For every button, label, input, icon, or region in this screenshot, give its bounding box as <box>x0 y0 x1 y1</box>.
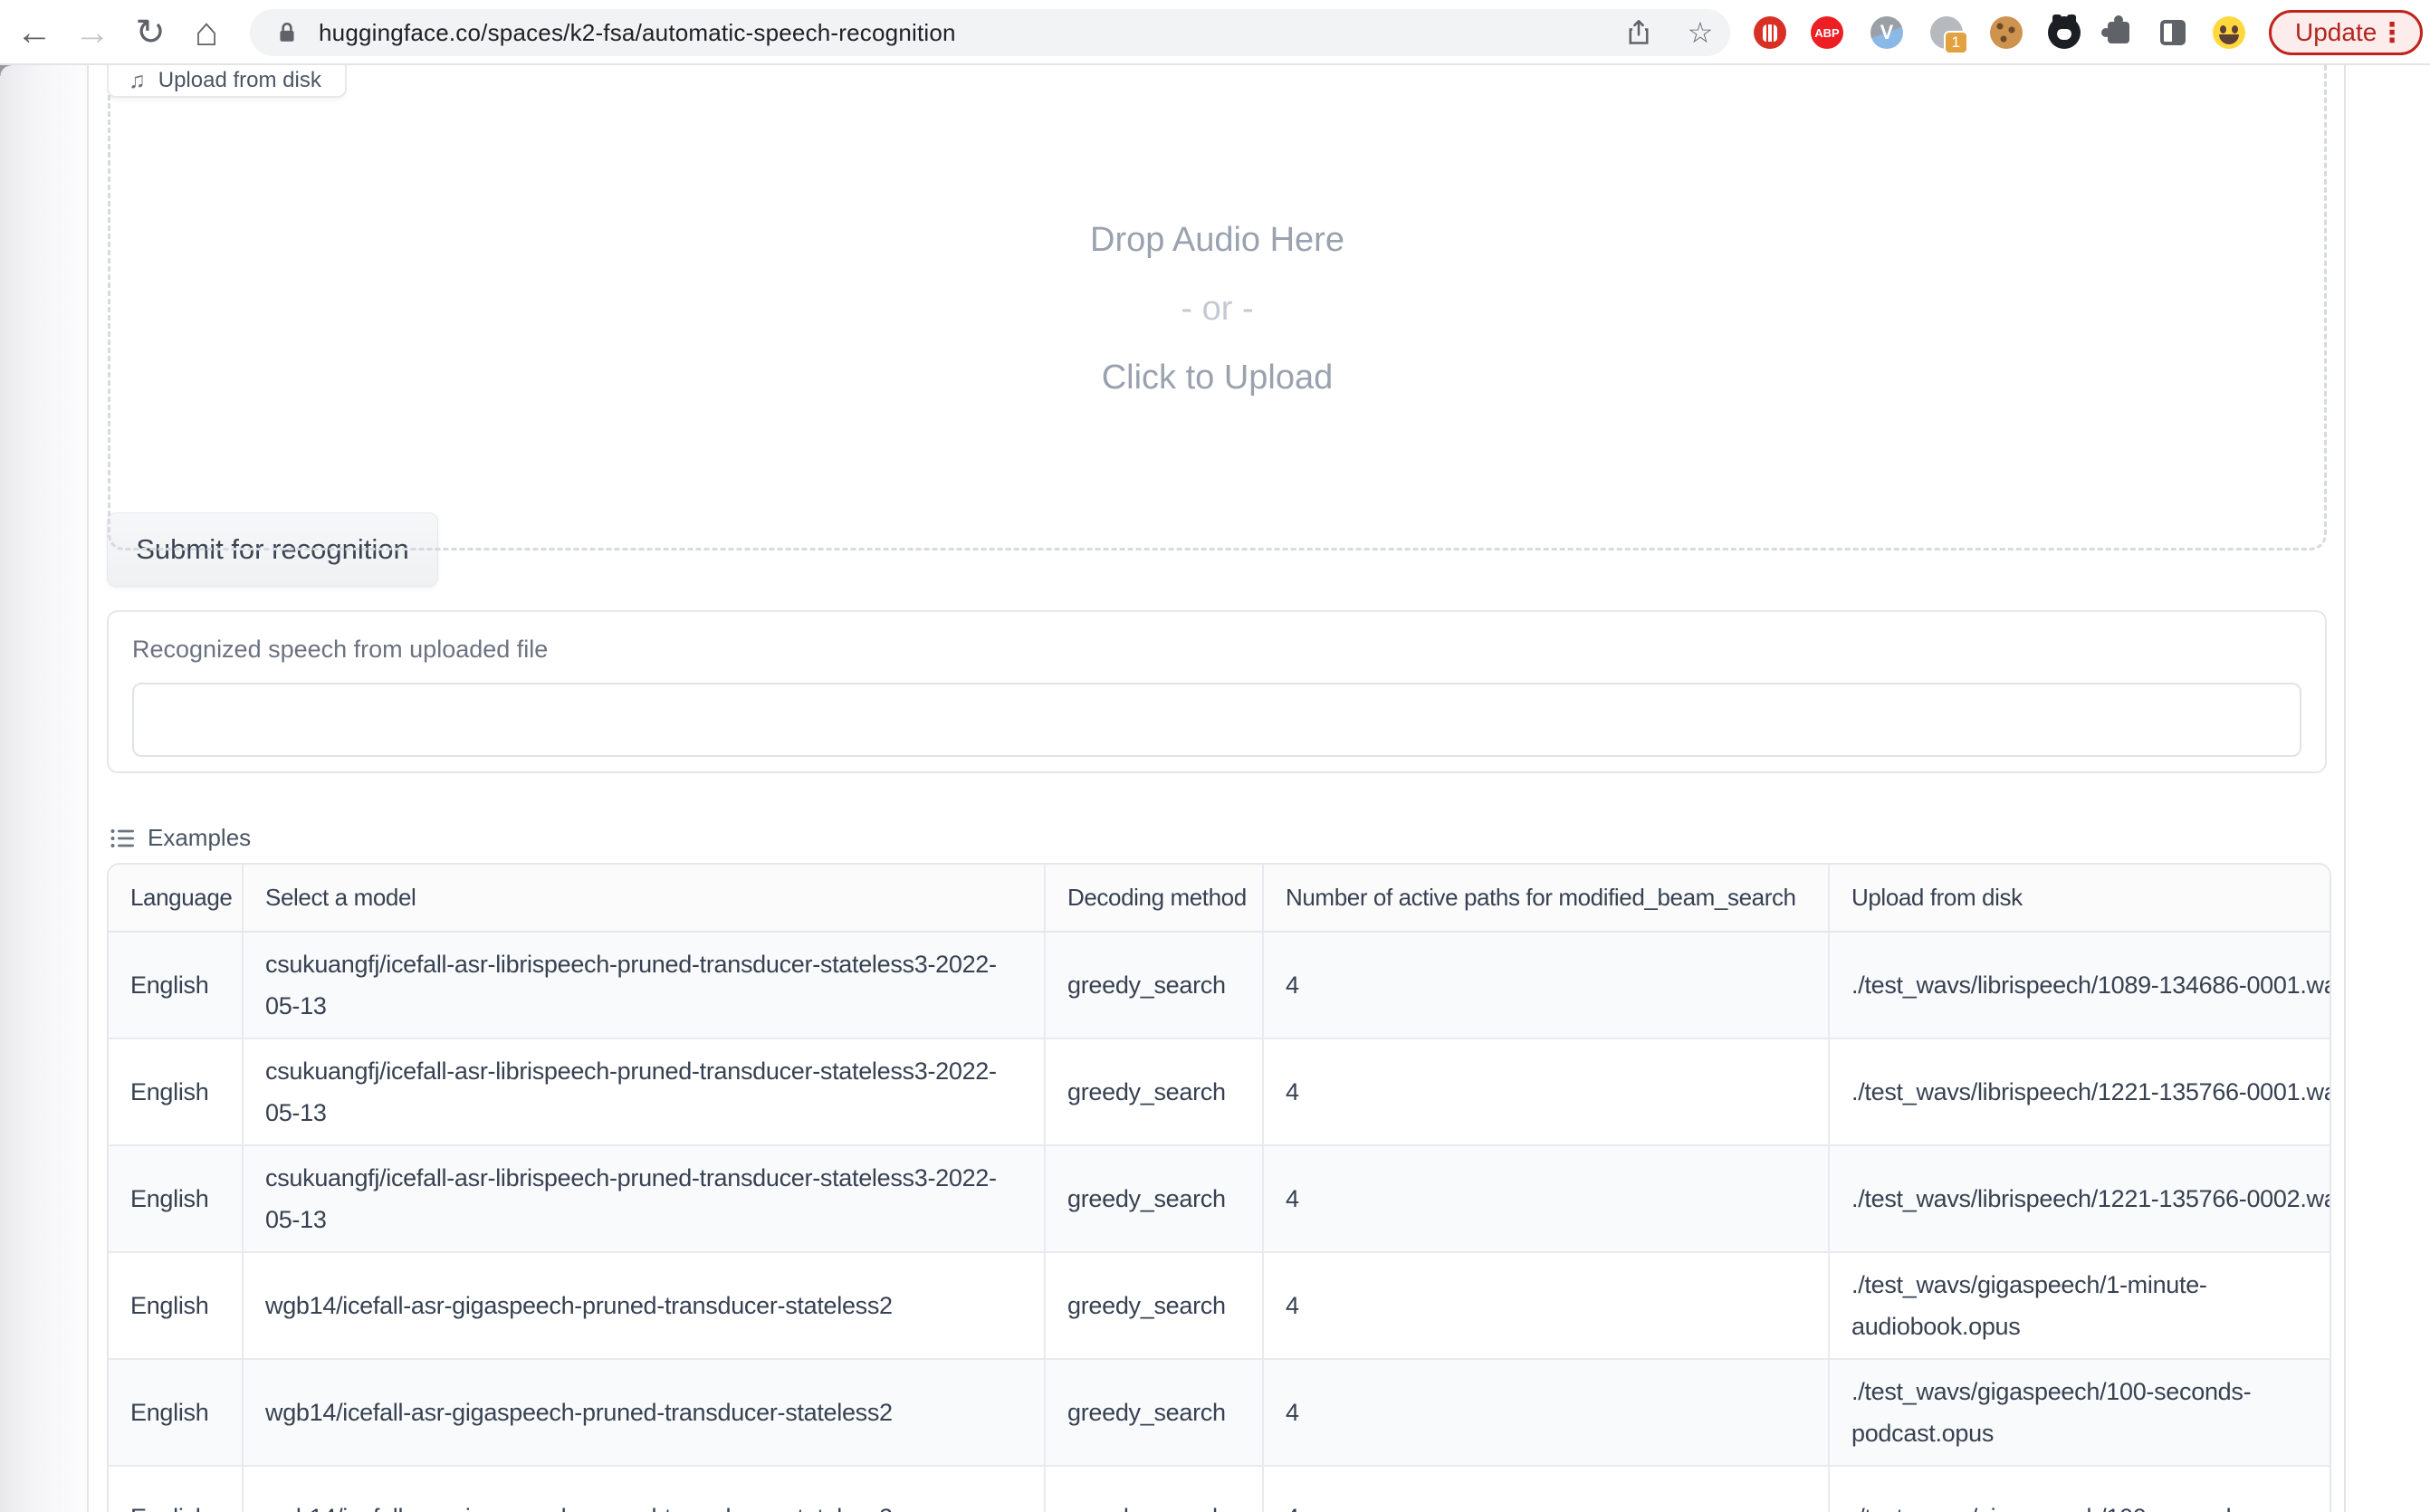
example-cell[interactable]: 4 <box>1263 1038 1829 1145</box>
github-face <box>2057 29 2071 40</box>
example-cell[interactable]: 4 <box>1263 1145 1829 1252</box>
audio-dropzone[interactable]: Drop Audio Here - or - Click to Upload <box>108 65 2327 550</box>
example-cell[interactable]: greedy_search <box>1045 1038 1263 1145</box>
left-gutter <box>0 65 89 1512</box>
example-cell[interactable]: ./test_wavs/librispeech/1221-135766-0001… <box>1829 1038 2331 1145</box>
example-row[interactable]: Englishcsukuangfj/icefall-asr-librispeec… <box>109 1038 2331 1145</box>
example-cell[interactable]: English <box>109 1252 243 1359</box>
forward-icon[interactable]: → <box>67 0 118 65</box>
upload-tab-label: Upload from disk <box>158 68 321 93</box>
example-cell[interactable]: ./test_wavs/gigaspeech/100-seconds-podca… <box>1829 1359 2331 1466</box>
example-cell[interactable]: greedy_search <box>1045 1359 1263 1466</box>
chrome-update-button[interactable]: Update ⋮ <box>2269 10 2423 55</box>
example-cell[interactable]: greedy_search <box>1045 1466 1263 1512</box>
browser-toolbar: ← → ↻ ⌂ huggingface.co/spaces/k2-fsa/aut… <box>0 0 2430 65</box>
avatar-mouth <box>2219 34 2239 44</box>
dropzone-text: Drop Audio Here - or - Click to Upload <box>110 206 2324 412</box>
puzzle-shape <box>2108 22 2129 43</box>
github-extension-icon[interactable] <box>2048 16 2081 49</box>
adblock-hand-icon[interactable] <box>1754 16 1786 49</box>
example-cell[interactable]: csukuangfj/icefall-asr-librispeech-prune… <box>243 1145 1045 1252</box>
example-cell[interactable]: wgb14/icefall-asr-gigaspeech-pruned-tran… <box>243 1359 1045 1466</box>
hand-glyph <box>1763 24 1777 42</box>
back-icon[interactable]: ← <box>9 0 60 65</box>
example-cell[interactable]: greedy_search <box>1045 1252 1263 1359</box>
browser-menu-icon[interactable]: ⋮ <box>2378 17 2406 49</box>
update-label: Update <box>2295 18 2377 47</box>
v-extension-icon[interactable]: V <box>1870 16 1903 49</box>
example-cell[interactable]: csukuangfj/icefall-asr-librispeech-prune… <box>243 1038 1045 1145</box>
list-icon <box>110 826 135 851</box>
sidebar-toggle-icon[interactable] <box>2157 16 2189 49</box>
column-header: Decoding method <box>1045 865 1263 932</box>
example-cell[interactable]: ./test_wavs/librispeech/1221-135766-0002… <box>1829 1145 2331 1252</box>
recognized-speech-textbox[interactable] <box>132 683 2301 757</box>
window-corner <box>0 65 11 76</box>
example-cell[interactable]: 4 <box>1263 1466 1829 1512</box>
example-cell[interactable]: csukuangfj/icefall-asr-librispeech-prune… <box>243 932 1045 1038</box>
page-content: Drop Audio Here - or - Click to Upload ♫… <box>0 65 2430 1512</box>
example-row[interactable]: Englishcsukuangfj/icefall-asr-librispeec… <box>109 1145 2331 1252</box>
tab-upload-from-disk[interactable]: ♫ Upload from disk <box>107 65 347 98</box>
example-cell[interactable]: English <box>109 1145 243 1252</box>
example-row[interactable]: Englishwgb14/icefall-asr-gigaspeech-prun… <box>109 1359 2331 1466</box>
examples-header: Examples <box>110 824 251 852</box>
drop-line-1: Drop Audio Here <box>110 206 2324 274</box>
reload-icon[interactable]: ↻ <box>125 0 176 65</box>
column-header: Number of active paths for modified_beam… <box>1263 865 1829 932</box>
avatar-eye <box>2232 25 2238 33</box>
column-header: Select a model <box>243 865 1045 932</box>
example-cell[interactable]: wgb14/icefall-asr-gigaspeech-pruned-tran… <box>243 1252 1045 1359</box>
right-edge-divider <box>2344 65 2346 1512</box>
recognized-speech-panel: Recognized speech from uploaded file <box>107 610 2327 773</box>
examples-table-header-row: LanguageSelect a modelDecoding methodNum… <box>109 865 2331 932</box>
abp-extension-icon[interactable]: ABP <box>1811 16 1843 49</box>
example-cell[interactable]: 4 <box>1263 932 1829 1038</box>
example-cell[interactable]: ./test_wavs/gigaspeech/100-seconds- <box>1829 1466 2331 1512</box>
cookie-extension-icon[interactable] <box>1990 16 2023 49</box>
example-cell[interactable]: English <box>109 932 243 1038</box>
example-cell[interactable]: 4 <box>1263 1359 1829 1466</box>
example-cell[interactable]: English <box>109 1359 243 1466</box>
example-cell[interactable]: English <box>109 1466 243 1512</box>
example-cell[interactable]: greedy_search <box>1045 1145 1263 1252</box>
profile-avatar[interactable] <box>2213 16 2245 49</box>
extensions-puzzle-icon[interactable] <box>2102 16 2135 49</box>
music-note-icon: ♫ <box>129 68 146 94</box>
avatar-eye <box>2220 25 2226 33</box>
example-cell[interactable]: greedy_search <box>1045 932 1263 1038</box>
example-row[interactable]: Englishwgb14/icefall-asr-gigaspeech-prun… <box>109 1466 2331 1512</box>
bookmark-star-icon[interactable]: ☆ <box>1680 9 1720 56</box>
examples-table: LanguageSelect a modelDecoding methodNum… <box>107 863 2331 1512</box>
example-row[interactable]: Englishcsukuangfj/icefall-asr-librispeec… <box>109 932 2331 1038</box>
url-text: huggingface.co/spaces/k2-fsa/automatic-s… <box>319 19 956 47</box>
extension-badge-icon[interactable]: 1 <box>1930 16 1963 49</box>
drop-line-2: - or - <box>110 274 2324 343</box>
sidebar-shape <box>2160 20 2186 45</box>
home-icon[interactable]: ⌂ <box>181 0 232 65</box>
address-bar[interactable]: huggingface.co/spaces/k2-fsa/automatic-s… <box>250 9 1730 56</box>
recognized-speech-label: Recognized speech from uploaded file <box>132 636 548 664</box>
drop-line-3: Click to Upload <box>110 343 2324 412</box>
column-header: Language <box>109 865 243 932</box>
extension-badge-count: 1 <box>1944 31 1968 54</box>
lock-icon <box>275 21 299 44</box>
example-cell[interactable]: wgb14/icefall-asr-gigaspeech-pruned-tran… <box>243 1466 1045 1512</box>
example-row[interactable]: Englishwgb14/icefall-asr-gigaspeech-prun… <box>109 1252 2331 1359</box>
column-header: Upload from disk <box>1829 865 2331 932</box>
share-icon[interactable] <box>1619 9 1659 56</box>
example-cell[interactable]: ./test_wavs/gigaspeech/1-minute-audioboo… <box>1829 1252 2331 1359</box>
example-cell[interactable]: ./test_wavs/librispeech/1089-134686-0001… <box>1829 932 2331 1038</box>
example-cell[interactable]: 4 <box>1263 1252 1829 1359</box>
example-cell[interactable]: English <box>109 1038 243 1145</box>
examples-label: Examples <box>148 824 251 852</box>
